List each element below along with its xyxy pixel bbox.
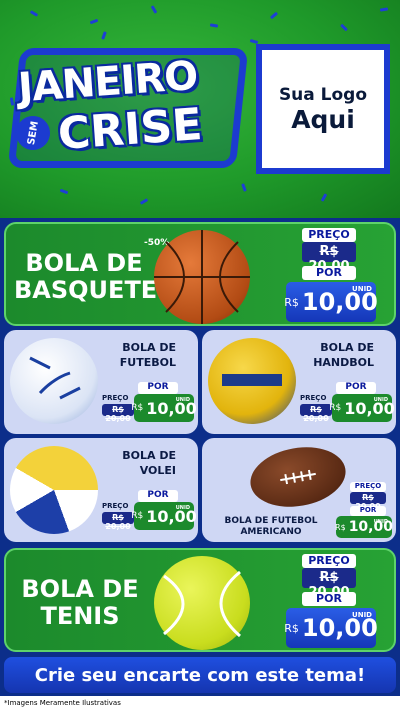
old-price: R$ 20,00 <box>302 242 356 274</box>
product-card-tenis[interactable]: BOLA DE TENIS PREÇO R$ 20,00 POR R$ 10,0… <box>4 548 396 652</box>
product-name: BOLA DE HANDBOL <box>313 341 374 369</box>
product-name: BOLA DE FUTEBOL <box>119 341 176 369</box>
unit-label: UNID <box>352 611 372 619</box>
currency: R$ <box>329 403 342 413</box>
price-label: PREÇO <box>350 482 386 492</box>
unit-label: UNID <box>175 397 190 403</box>
hero-banner: JANEIRO SEM CRISE Sua Logo Aqui <box>0 0 400 218</box>
por-label: POR <box>302 266 356 280</box>
confetti <box>209 23 219 28</box>
por-label: POR <box>138 490 178 502</box>
title-crise: CRISE <box>56 99 204 160</box>
product-card-futebol[interactable]: BOLA DE FUTEBOL POR PREÇO R$ 20,00 R$ 10… <box>4 330 198 434</box>
por-label: POR <box>336 382 376 394</box>
unit-label: UNID <box>373 519 388 525</box>
por-label: POR <box>138 382 178 394</box>
old-price: R$ 20,00 <box>102 512 134 531</box>
price-label: PREÇO <box>302 228 356 242</box>
new-price: R$ 10,00 UNID <box>335 516 393 538</box>
volleyball-icon <box>10 446 98 534</box>
old-price: R$ 20,00 <box>300 404 332 423</box>
price-label: PREÇO <box>102 394 129 402</box>
old-price: R$ 20,00 <box>302 568 356 600</box>
logo-text-line2: Aqui <box>291 104 355 134</box>
new-price: R$ 10,00 UNID <box>329 394 395 422</box>
unit-label: UNID <box>373 397 388 403</box>
new-price: R$ 10,00 UNID <box>131 394 197 422</box>
basketball-icon <box>154 230 250 324</box>
currency: R$ <box>284 295 299 309</box>
product-card-volei[interactable]: BOLA DE VOLEI POR PREÇO R$ 20,00 R$ 10,0… <box>4 438 198 542</box>
unit-label: UNID <box>352 285 372 293</box>
currency: R$ <box>284 621 299 635</box>
confetti <box>320 193 328 202</box>
soccer-ball-icon <box>10 338 98 424</box>
cta-banner[interactable]: Crie seu encarte com este tema! <box>4 657 396 693</box>
currency: R$ <box>131 511 144 521</box>
confetti <box>89 18 99 25</box>
price-label: PREÇO <box>300 394 327 402</box>
logo-placeholder[interactable]: Sua Logo Aqui <box>256 44 390 174</box>
product-card-americano[interactable]: BOLA DE FUTEBOL AMERICANO PREÇO R$ 20,00… <box>202 438 396 542</box>
currency: R$ <box>131 403 144 413</box>
por-label: POR <box>350 506 386 516</box>
confetti <box>150 5 158 14</box>
old-price: R$ 20,00 <box>102 404 134 423</box>
old-price: R$ 20,00 <box>350 492 386 511</box>
product-name: BOLA DE TENIS <box>21 575 139 630</box>
logo-text-line1: Sua Logo <box>278 84 368 105</box>
product-name: BOLA DE BASQUETE <box>14 249 158 304</box>
confetti <box>101 31 107 40</box>
confetti <box>340 23 348 32</box>
new-price: R$ 10,00 UNID <box>131 502 197 530</box>
price-label: PREÇO <box>102 502 129 510</box>
handball-icon <box>208 338 296 424</box>
product-card-handbol[interactable]: BOLA DE HANDBOL POR PREÇO R$ 20,00 R$ 10… <box>202 330 396 434</box>
por-label: POR <box>302 592 356 606</box>
confetti <box>241 183 247 192</box>
price-label: PREÇO <box>302 554 356 568</box>
new-price: R$ 10,00 UNID <box>284 282 378 322</box>
confetti <box>59 188 69 195</box>
american-football-icon <box>245 440 351 514</box>
footer-disclaimer: *Imagens Meramente Ilustrativas <box>0 696 400 711</box>
unit-label: UNID <box>175 505 190 511</box>
product-name: BOLA DE FUTEBOL AMERICANO <box>224 516 318 537</box>
new-price: R$ 10,00 UNID <box>284 608 378 648</box>
confetti <box>29 10 39 17</box>
product-card-basquete[interactable]: BOLA DE BASQUETE -50% PREÇO R$ 20,00 POR… <box>4 222 396 326</box>
confetti <box>379 7 389 12</box>
product-name: BOLA DE VOLEI <box>122 449 176 477</box>
confetti <box>269 11 279 20</box>
tennis-ball-icon <box>154 556 250 650</box>
currency: R$ <box>335 522 346 532</box>
confetti <box>139 198 149 205</box>
